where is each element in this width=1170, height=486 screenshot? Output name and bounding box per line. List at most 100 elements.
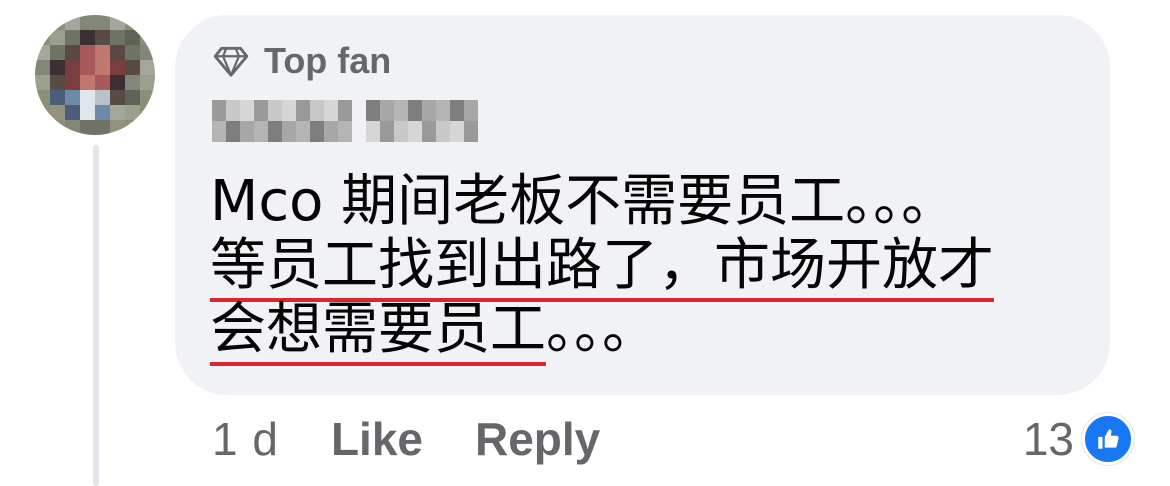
avatar-pixel xyxy=(35,75,50,90)
reaction-count: 13 xyxy=(1022,413,1074,465)
avatar-pixel xyxy=(110,15,125,30)
avatar-pixel xyxy=(50,105,65,120)
avatar-pixel xyxy=(125,30,140,45)
avatar-pixel xyxy=(95,30,110,45)
avatar-pixel xyxy=(125,45,140,60)
avatar-pixel xyxy=(65,60,80,75)
avatar-pixel xyxy=(80,105,95,120)
avatar-pixel xyxy=(95,15,110,30)
avatar-pixel xyxy=(110,60,125,75)
avatar-pixel xyxy=(110,105,125,120)
redacted-pixel xyxy=(408,100,422,121)
avatar-pixel xyxy=(80,45,95,60)
avatar-pixel xyxy=(140,15,155,30)
avatar-pixel xyxy=(50,15,65,30)
redacted-pixel xyxy=(338,121,352,142)
avatar-pixel xyxy=(140,120,155,135)
avatar-pixel xyxy=(125,90,140,105)
avatar-pixel xyxy=(65,45,80,60)
redacted-pixel xyxy=(254,100,268,121)
redacted-pixel xyxy=(296,121,310,142)
avatar-pixel xyxy=(80,75,95,90)
avatar-pixel xyxy=(95,120,110,135)
avatar-pixel xyxy=(50,120,65,135)
avatar-pixel xyxy=(125,105,140,120)
avatar-pixel xyxy=(50,45,65,60)
avatar-pixel xyxy=(110,30,125,45)
redacted-pixel xyxy=(366,100,380,121)
redacted-pixel xyxy=(436,121,450,142)
redacted-pixel xyxy=(324,100,338,121)
redacted-pixel xyxy=(282,100,296,121)
redacted-pixel xyxy=(450,121,464,142)
redacted-pixel xyxy=(366,121,380,142)
comment-line: 等员工找到出路了，市场开放才 xyxy=(210,233,1090,302)
avatar-pixel xyxy=(125,75,140,90)
reply-button[interactable]: Reply xyxy=(475,412,600,466)
redacted-pixel xyxy=(338,100,352,121)
avatar-pixel xyxy=(65,30,80,45)
avatar-pixel xyxy=(65,75,80,90)
avatar-pixel xyxy=(35,120,50,135)
thumbs-up-icon xyxy=(1082,413,1134,465)
redacted-pixel xyxy=(380,121,394,142)
redacted-pixel xyxy=(212,121,226,142)
redacted-pixel xyxy=(324,121,338,142)
redacted-pixel xyxy=(226,100,240,121)
avatar-pixel xyxy=(95,105,110,120)
avatar-pixel xyxy=(65,105,80,120)
avatar-pixel xyxy=(140,45,155,60)
redacted-pixel xyxy=(310,121,324,142)
avatar-pixel xyxy=(65,90,80,105)
avatar-pixel xyxy=(80,30,95,45)
comment-age[interactable]: 1 d xyxy=(212,412,279,466)
comment-text: Mco 期间老板不需要员工。。。 等员工找到出路了，市场开放才 会想需要员工。。… xyxy=(210,169,1090,366)
avatar-pixel xyxy=(125,120,140,135)
redacted-pixel xyxy=(240,100,254,121)
avatar-pixel xyxy=(95,60,110,75)
avatar-pixel xyxy=(35,60,50,75)
avatar-pixel xyxy=(140,60,155,75)
redacted-pixel xyxy=(394,121,408,142)
author-name-blurred[interactable] xyxy=(212,100,478,142)
avatar-pixel xyxy=(80,90,95,105)
redacted-pixel xyxy=(464,121,478,142)
redacted-pixel xyxy=(422,100,436,121)
badge-label: Top fan xyxy=(264,40,392,81)
comment-actions: 1 d Like Reply xyxy=(212,412,600,466)
comment-line: 会想需要员工。。。 xyxy=(210,297,1090,366)
avatar-pixel xyxy=(80,15,95,30)
redacted-pixel xyxy=(296,100,310,121)
avatar[interactable] xyxy=(35,15,155,135)
redacted-name-part xyxy=(212,100,352,142)
redacted-name-part xyxy=(366,100,478,142)
avatar-pixel xyxy=(35,45,50,60)
redacted-pixel xyxy=(282,121,296,142)
avatar-pixel xyxy=(35,105,50,120)
thread-line xyxy=(93,145,99,486)
avatar-pixel xyxy=(110,45,125,60)
avatar-pixel xyxy=(65,15,80,30)
redacted-pixel xyxy=(226,121,240,142)
avatar-pixel xyxy=(50,60,65,75)
avatar-pixel xyxy=(110,120,125,135)
redacted-pixel xyxy=(310,100,324,121)
avatar-pixel xyxy=(140,105,155,120)
avatar-pixel xyxy=(110,75,125,90)
avatar-pixel xyxy=(35,30,50,45)
reaction-summary[interactable]: 13 xyxy=(1023,412,1134,466)
redacted-pixel xyxy=(436,100,450,121)
comment-ellipsis: 。。。 xyxy=(546,297,658,362)
diamond-icon xyxy=(213,46,249,77)
comment-line: Mco 期间老板不需要员工。。。 xyxy=(210,169,958,234)
redacted-pixel xyxy=(450,100,464,121)
avatar-pixel xyxy=(50,90,65,105)
avatar-pixel xyxy=(140,90,155,105)
redacted-pixel xyxy=(464,100,478,121)
redacted-pixel xyxy=(268,100,282,121)
like-button[interactable]: Like xyxy=(331,412,423,466)
avatar-pixel xyxy=(65,120,80,135)
avatar-pixel xyxy=(140,75,155,90)
redacted-pixel xyxy=(240,121,254,142)
top-fan-badge: Top fan xyxy=(212,40,391,82)
